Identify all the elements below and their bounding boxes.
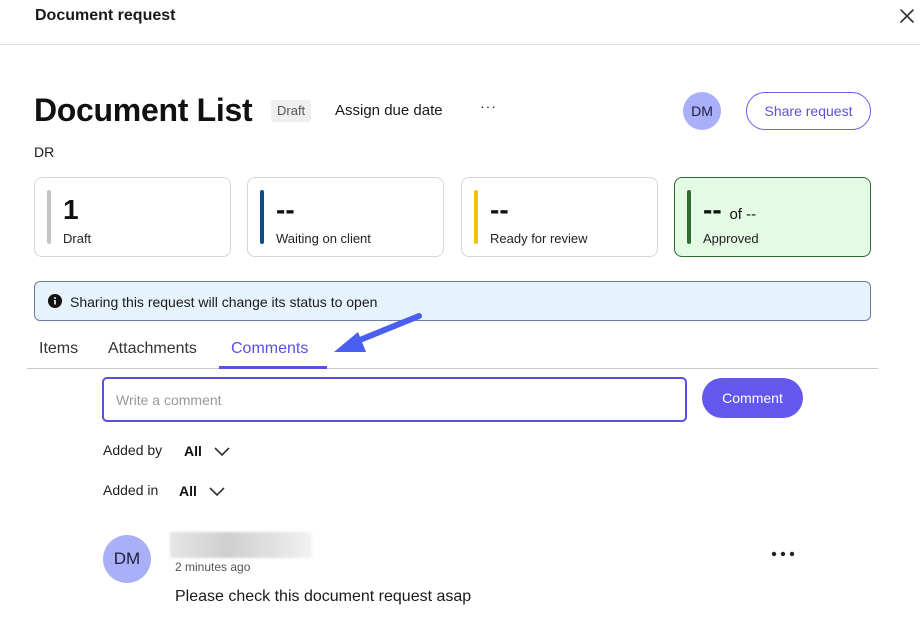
status-card-waiting-on-client[interactable]: -- Waiting on client (247, 177, 444, 257)
tab-comments[interactable]: Comments (231, 340, 308, 358)
filter-added-by: Added by All (103, 442, 230, 459)
filter-label: Added in (103, 482, 159, 498)
close-icon[interactable] (896, 5, 918, 27)
approved-count: -- (703, 194, 722, 225)
comment-submit-button[interactable]: Comment (702, 378, 803, 418)
status-bar (260, 190, 264, 244)
modal-header: Document request (0, 0, 920, 45)
added-in-dropdown[interactable]: All (179, 483, 225, 499)
page-title: Document List (34, 92, 253, 128)
status-count: -- of -- (703, 194, 756, 226)
status-count: -- (490, 194, 509, 225)
added-by-dropdown[interactable]: All (184, 443, 230, 459)
more-options-icon[interactable]: ··· (480, 98, 497, 114)
status-count: 1 (63, 194, 79, 225)
status-label: Ready for review (490, 231, 588, 246)
status-card-draft[interactable]: 1 Draft (34, 177, 231, 257)
modal-title: Document request (35, 7, 176, 24)
comment-body: Please check this document request asap (175, 588, 472, 605)
client-code: DR (34, 144, 55, 160)
avatar[interactable]: DM (683, 92, 721, 130)
info-banner: Sharing this request will change its sta… (34, 281, 871, 321)
tab-attachments[interactable]: Attachments (108, 340, 197, 358)
status-bar (47, 190, 51, 244)
tab-bar: Items Attachments Comments (27, 330, 878, 369)
tab-items[interactable]: Items (39, 340, 78, 358)
share-request-button[interactable]: Share request (746, 92, 871, 130)
chevron-down-icon (209, 487, 225, 497)
comment-avatar: DM (103, 535, 151, 583)
comment-input[interactable] (102, 377, 687, 422)
status-card-approved[interactable]: -- of -- Approved (674, 177, 871, 257)
chevron-down-icon (214, 447, 230, 457)
status-bar (687, 190, 691, 244)
status-label: Waiting on client (276, 231, 371, 246)
comment-timestamp: 2 minutes ago (175, 560, 251, 574)
status-card-ready-for-review[interactable]: -- Ready for review (461, 177, 658, 257)
status-badge: Draft (271, 100, 312, 122)
status-count: -- (276, 194, 295, 225)
status-label: Draft (63, 231, 92, 246)
dropdown-value: All (184, 443, 202, 459)
info-icon (48, 294, 62, 308)
approved-total: of -- (729, 206, 757, 223)
active-tab-indicator (219, 366, 327, 369)
status-label: Approved (703, 231, 759, 246)
more-options-icon[interactable] (770, 544, 796, 564)
dropdown-value: All (179, 483, 197, 499)
info-banner-text: Sharing this request will change its sta… (70, 294, 378, 310)
filter-added-in: Added in All (103, 482, 225, 499)
status-bar (474, 190, 478, 244)
assign-due-date-button[interactable]: Assign due date (335, 102, 443, 119)
redacted-author-name (170, 532, 312, 558)
filter-label: Added by (103, 442, 163, 458)
